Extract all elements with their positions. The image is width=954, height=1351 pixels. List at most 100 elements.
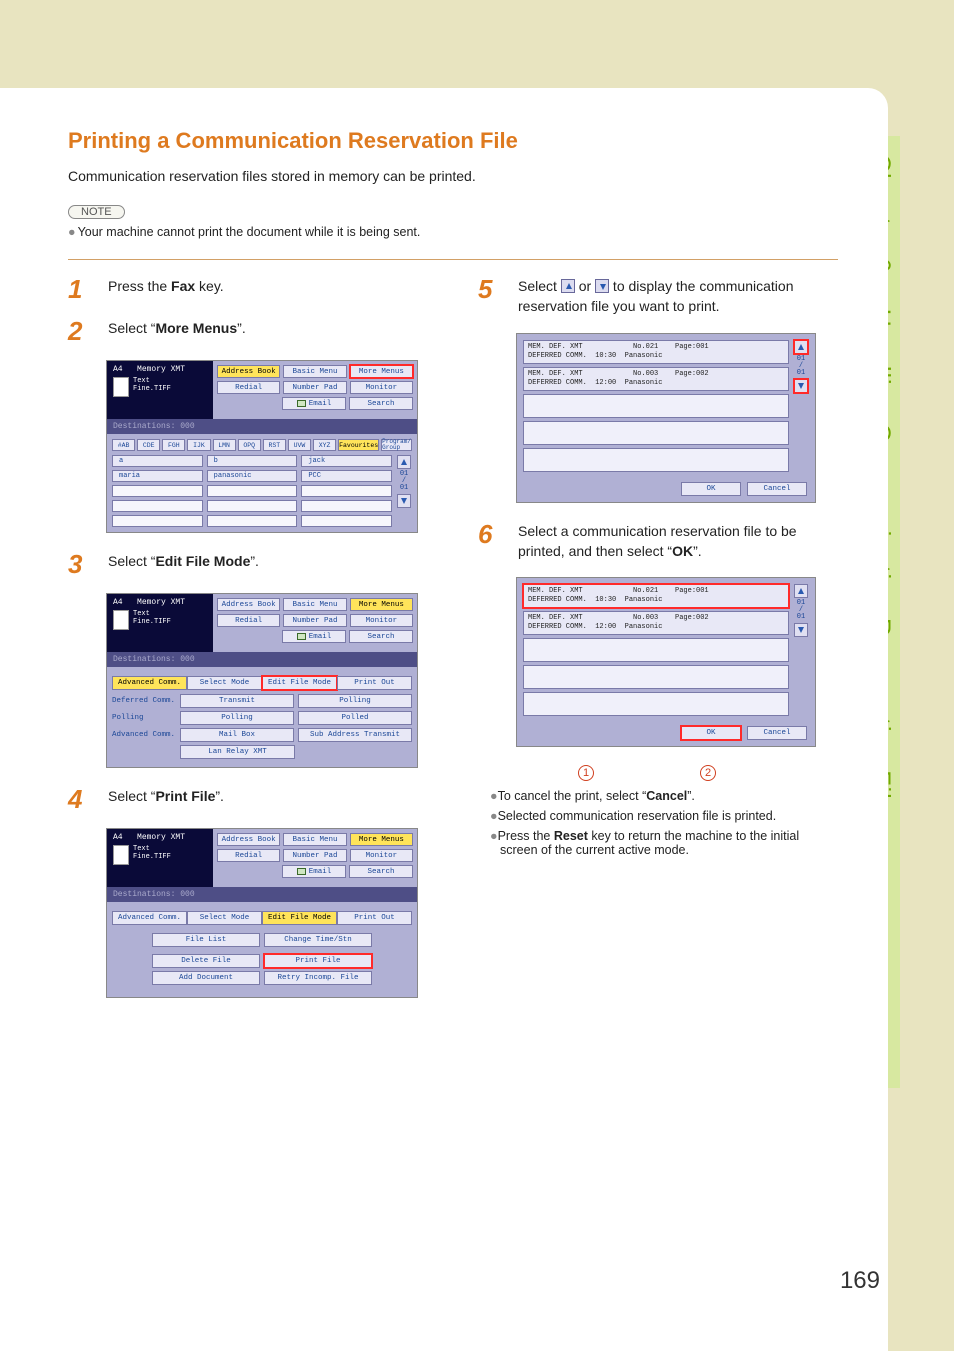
email-button[interactable]: Email <box>282 397 346 410</box>
list-item[interactable] <box>301 500 392 512</box>
advanced-comm-tab[interactable]: Advanced Comm. <box>112 911 187 925</box>
list-item[interactable] <box>301 515 392 527</box>
sub-address-transmit-button[interactable]: Sub Address Transmit <box>298 728 412 742</box>
address-book-button[interactable]: Address Book <box>217 833 280 846</box>
alpha-tab[interactable]: XYZ <box>313 439 336 451</box>
list-item[interactable]: maria <box>112 470 203 482</box>
email-button[interactable]: Email <box>282 630 346 643</box>
print-out-tab[interactable]: Print Out <box>337 676 412 690</box>
list-item[interactable] <box>112 500 203 512</box>
program-group-tab[interactable]: Program/ Group <box>381 439 412 451</box>
list-item[interactable]: MEM. DEF. XMT No.021 Page:001 DEFERRED C… <box>523 340 789 364</box>
list-item[interactable]: PCC <box>301 470 392 482</box>
edit-file-mode-tab[interactable]: Edit File Mode <box>262 911 337 925</box>
alpha-tab[interactable]: OPQ <box>238 439 261 451</box>
list-item[interactable]: MEM. DEF. XMT No.021 Page:001 DEFERRED C… <box>523 584 789 608</box>
ok-button[interactable]: OK <box>681 482 741 496</box>
redial-button[interactable]: Redial <box>217 381 280 394</box>
file-list-button[interactable]: File List <box>152 933 260 947</box>
search-button[interactable]: Search <box>349 397 413 410</box>
transmit-button[interactable]: Transmit <box>180 694 294 708</box>
list-item[interactable] <box>112 515 203 527</box>
bullet-cancel: ●To cancel the print, select “Cancel”. <box>490 789 836 803</box>
polled-button[interactable]: Polled <box>298 711 412 725</box>
intro-text: Communication reservation files stored i… <box>68 168 838 184</box>
polling2-button[interactable]: Polling <box>180 711 294 725</box>
list-item[interactable] <box>207 485 298 497</box>
address-book-button[interactable]: Address Book <box>217 598 280 611</box>
list-item[interactable] <box>523 421 789 445</box>
list-item[interactable] <box>523 448 789 472</box>
step-num-2: 2 <box>68 318 94 344</box>
edit-file-mode-tab[interactable]: Edit File Mode <box>262 676 337 690</box>
more-menus-button[interactable]: More Menus <box>350 365 413 378</box>
alpha-tab[interactable]: RST <box>263 439 286 451</box>
list-item[interactable] <box>207 515 298 527</box>
section-heading: Printing a Communication Reservation Fil… <box>68 128 838 154</box>
advanced-comm-tab[interactable]: Advanced Comm. <box>112 676 187 690</box>
polling-button[interactable]: Polling <box>298 694 412 708</box>
basic-menu-button[interactable]: Basic Menu <box>283 833 346 846</box>
more-menus-button[interactable]: More Menus <box>350 833 413 846</box>
list-item[interactable]: MEM. DEF. XMT No.003 Page:002 DEFERRED C… <box>523 367 789 391</box>
list-item[interactable] <box>112 485 203 497</box>
number-pad-button[interactable]: Number Pad <box>283 381 346 394</box>
list-item[interactable] <box>523 394 789 418</box>
list-item[interactable] <box>301 485 392 497</box>
mail-box-button[interactable]: Mail Box <box>180 728 294 742</box>
basic-menu-button[interactable]: Basic Menu <box>283 598 346 611</box>
list-item[interactable]: panasonic <box>207 470 298 482</box>
basic-menu-button[interactable]: Basic Menu <box>283 365 346 378</box>
address-book-button[interactable]: Address Book <box>217 365 280 378</box>
number-pad-button[interactable]: Number Pad <box>283 849 346 862</box>
alpha-tab[interactable]: UVW <box>288 439 311 451</box>
alpha-tab[interactable]: FGH <box>162 439 185 451</box>
print-out-tab[interactable]: Print Out <box>337 911 412 925</box>
alpha-tab[interactable]: #AB <box>112 439 135 451</box>
change-time-stn-button[interactable]: Change Time/Stn <box>264 933 372 947</box>
scroll-down-button[interactable] <box>794 379 808 393</box>
list-item[interactable]: a <box>112 455 203 467</box>
scroll-up-button[interactable] <box>397 455 411 469</box>
step-5: 5 Select or to display the communication… <box>478 276 836 317</box>
monitor-button[interactable]: Monitor <box>350 614 413 627</box>
list-item[interactable]: jack <box>301 455 392 467</box>
cancel-button[interactable]: Cancel <box>747 482 807 496</box>
number-pad-button[interactable]: Number Pad <box>283 614 346 627</box>
alpha-tab[interactable]: CDE <box>137 439 160 451</box>
cancel-button[interactable]: Cancel <box>747 726 807 740</box>
content: Printing a Communication Reservation Fil… <box>68 128 838 1016</box>
redial-button[interactable]: Redial <box>217 614 280 627</box>
scroll-up-button[interactable] <box>794 584 808 598</box>
search-button[interactable]: Search <box>349 630 413 643</box>
alpha-tab[interactable]: LMN <box>213 439 236 451</box>
list-item[interactable]: MEM. DEF. XMT No.003 Page:002 DEFERRED C… <box>523 611 789 635</box>
select-mode-tab[interactable]: Select Mode <box>187 676 262 690</box>
search-button[interactable]: Search <box>349 865 413 878</box>
scroll-up-button[interactable] <box>794 340 808 354</box>
alpha-tab[interactable]: IJK <box>187 439 210 451</box>
select-mode-tab[interactable]: Select Mode <box>187 911 262 925</box>
scroll-down-button[interactable] <box>397 494 411 508</box>
list-item[interactable]: b <box>207 455 298 467</box>
favourites-tab[interactable]: Favourites <box>338 439 379 451</box>
list-item[interactable] <box>523 692 789 716</box>
redial-button[interactable]: Redial <box>217 849 280 862</box>
doc-icon <box>113 845 129 865</box>
print-file-button[interactable]: Print File <box>264 954 372 968</box>
delete-file-button[interactable]: Delete File <box>152 954 260 968</box>
list-item[interactable] <box>207 500 298 512</box>
list-item[interactable] <box>523 665 789 689</box>
monitor-button[interactable]: Monitor <box>350 381 413 394</box>
retry-incomp-file-button[interactable]: Retry Incomp. File <box>264 971 372 985</box>
list-item[interactable] <box>523 638 789 662</box>
shot-3-header-left: A4 Memory XMT TextFine.TIFF <box>107 594 213 652</box>
add-document-button[interactable]: Add Document <box>152 971 260 985</box>
email-button[interactable]: Email <box>282 865 346 878</box>
ok-button[interactable]: OK <box>681 726 741 740</box>
monitor-button[interactable]: Monitor <box>350 849 413 862</box>
alpha-tabs: #AB CDE FGH IJK LMN OPQ RST UVW XYZ Favo… <box>112 439 412 451</box>
more-menus-button[interactable]: More Menus <box>350 598 413 611</box>
lan-relay-xmt-button[interactable]: Lan Relay XMT <box>180 745 295 759</box>
scroll-down-button[interactable] <box>794 623 808 637</box>
